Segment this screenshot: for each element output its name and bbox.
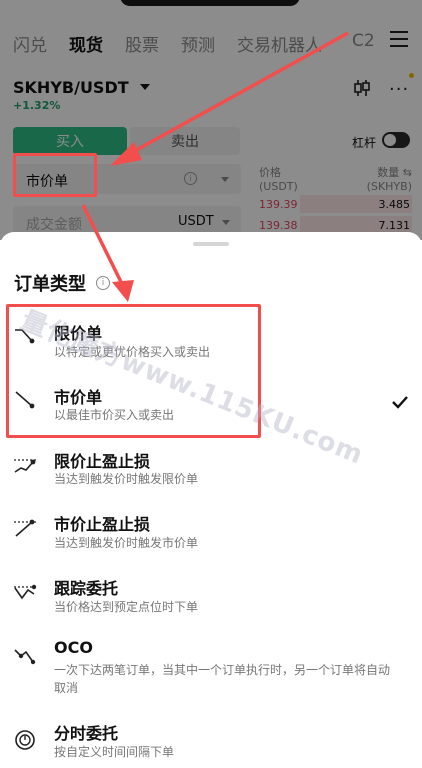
sheet-title: 订单类型 [14, 274, 86, 295]
option-stop-limit-desc: 当达到触发价时触发限价单 [54, 472, 199, 486]
option-stop-limit-title[interactable]: 限价止盈止损 [54, 448, 150, 472]
modal-backdrop[interactable] [0, 0, 422, 240]
annotation-highlight-box [13, 153, 97, 197]
oco-icon [14, 649, 36, 665]
stop-limit-icon [14, 459, 36, 473]
option-twap-title[interactable]: 分时委托 [54, 720, 118, 744]
option-oco-title[interactable]: OCO [54, 638, 93, 657]
twap-clock-icon [15, 730, 35, 750]
stop-market-icon [14, 519, 36, 537]
option-trailing-desc: 当价格达到预定点位时下单 [54, 600, 199, 614]
option-twap-desc: 按自定义时间间隔下单 [54, 745, 175, 759]
option-stop-market-title[interactable]: 市价止盈止损 [54, 511, 150, 535]
trailing-order-icon [14, 584, 37, 600]
info-icon[interactable]: i [96, 276, 110, 290]
option-stop-market-desc: 当达到触发价时触发市价单 [54, 536, 199, 550]
option-trailing-title[interactable]: 跟踪委托 [54, 575, 118, 599]
option-oco-desc: 一次下达两笔订单，当其中一个订单执行时，另一个订单将自动取消 [54, 663, 391, 695]
sheet-drag-handle[interactable] [193, 242, 229, 246]
checkmark-icon [392, 396, 408, 409]
